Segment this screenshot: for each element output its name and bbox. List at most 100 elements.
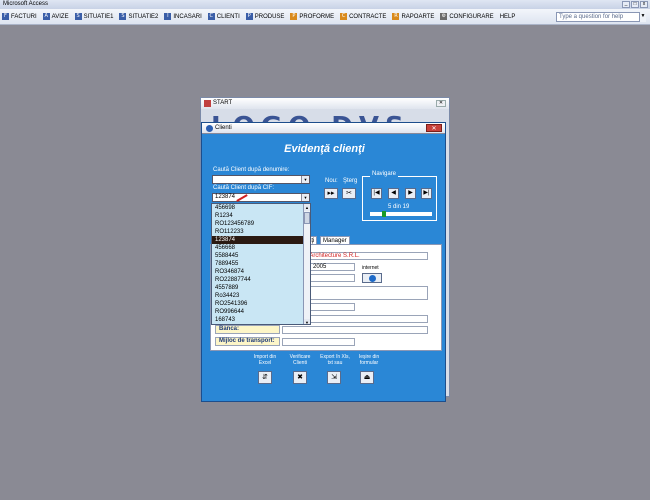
scroll-up-icon[interactable]: ▲	[304, 204, 310, 211]
menu-label: PROFORME	[299, 13, 335, 20]
menu-item-contracte[interactable]: C CONTRACTE	[340, 13, 386, 20]
menu-item-proforme[interactable]: P PROFORME	[290, 13, 334, 20]
facturi-icon: F	[2, 13, 9, 20]
delete-record-button[interactable]: ✂	[342, 188, 356, 199]
situatie1-icon: S	[74, 13, 82, 20]
dropdown-item[interactable]: 456668	[212, 244, 310, 252]
menu-label: CONTRACTE	[349, 13, 387, 20]
search-name-label: Caută Client după denumire:	[213, 167, 290, 173]
incasari-icon: I	[164, 13, 172, 20]
search-cif-combo[interactable]: 123874 ▼	[212, 193, 310, 202]
scrollbar[interactable]: ▲ ▼	[303, 204, 310, 324]
import-excel-button[interactable]: ⇵	[258, 371, 272, 384]
exit-form-button[interactable]: ⏏	[360, 371, 374, 384]
dropdown-item[interactable]: 5588445	[212, 252, 310, 260]
dropdown-item[interactable]: Ro34423	[212, 292, 310, 300]
sterg-label: Şterg	[343, 178, 358, 184]
start-window-icon	[204, 100, 211, 107]
company-name-field[interactable]: et Architecture S.R.L.	[300, 252, 428, 260]
start-title-bar: START ✕	[201, 98, 449, 109]
dropdown-item[interactable]: RO22887744	[212, 276, 310, 284]
address-field[interactable]	[310, 286, 428, 300]
proforme-icon: P	[290, 13, 298, 20]
menu-item-configurare[interactable]: ⚙ CONFIGURARE	[440, 13, 494, 20]
window-controls: _ □ x	[622, 1, 648, 8]
dropdown-item[interactable]: RO123456789	[212, 220, 310, 228]
dropdown-item[interactable]: RO354239	[212, 324, 310, 325]
dropdown-items: 456698 R1234 RO123456789 RO112233 123874 4566…	[212, 204, 310, 325]
record-slider[interactable]	[370, 211, 432, 217]
dropdown-item[interactable]: 456698	[212, 204, 310, 212]
slider-thumb[interactable]	[382, 211, 387, 217]
menu-item-help[interactable]: HELP	[500, 14, 516, 20]
nou-label: Nou:	[325, 178, 338, 184]
menu-item-incasari[interactable]: I INCASARI	[164, 13, 202, 20]
dropdown-item[interactable]: RO996644	[212, 308, 310, 316]
internet-label: internet	[362, 265, 379, 271]
rapoarte-icon: R	[392, 13, 400, 20]
menu-item-facturi[interactable]: F FACTURI	[2, 13, 37, 20]
verify-clients-button[interactable]: ✖	[293, 371, 307, 384]
cif-dropdown-list[interactable]: 456698 R1234 RO123456789 RO112233 123874 4566…	[211, 203, 311, 325]
scroll-thumb[interactable]	[304, 212, 310, 224]
help-search-input[interactable]: Type a question for help ▼	[556, 12, 646, 22]
menu-item-avize[interactable]: A AVIZE	[42, 13, 69, 20]
chevron-down-icon[interactable]: ▼	[301, 176, 309, 183]
close-button[interactable]: ✕	[426, 124, 442, 132]
import-excel-label: Import din Excel	[253, 354, 277, 366]
email-field[interactable]	[310, 315, 428, 323]
menu-item-produse[interactable]: P PRODUSE	[245, 13, 285, 20]
menu-item-clienti[interactable]: C CLIENTI	[207, 13, 240, 20]
menu-label: CONFIGURARE	[449, 13, 494, 20]
internet-button[interactable]	[362, 273, 382, 283]
contact-field[interactable]	[310, 274, 355, 282]
search-name-combo[interactable]: ▼	[212, 175, 310, 184]
app-title-bar: Microsoft Access _ □ x	[0, 0, 650, 9]
dropdown-item[interactable]: 7889455	[212, 260, 310, 268]
clients-window-icon	[206, 125, 213, 132]
year-field[interactable]: 2005	[310, 263, 355, 271]
first-record-icon[interactable]: |◀	[371, 188, 382, 199]
menu-label: AVIZE	[51, 13, 69, 20]
page-title: Evidenţă clienţi	[284, 143, 365, 155]
prev-record-icon[interactable]: ◀	[388, 188, 399, 199]
menu-label: PRODUSE	[254, 13, 285, 20]
dropdown-item[interactable]: 168743	[212, 316, 310, 324]
search-cif-value: 123874	[215, 194, 236, 200]
new-record-button[interactable]: ▸▸	[324, 188, 338, 199]
minimize-icon[interactable]: _	[622, 1, 630, 8]
dropdown-item[interactable]: R1234	[212, 212, 310, 220]
transport-field[interactable]	[282, 338, 355, 346]
dropdown-item[interactable]: 123874	[212, 236, 310, 244]
menu-label: CLIENTI	[216, 13, 240, 20]
avize-icon: A	[42, 13, 50, 20]
situatie2-icon: S	[119, 13, 127, 20]
globe-icon	[369, 275, 376, 282]
export-label: Export în Xls, txt sau	[320, 354, 350, 366]
close-icon[interactable]: ✕	[436, 100, 446, 107]
next-record-icon[interactable]: ▶	[405, 188, 416, 199]
dropdown-item[interactable]: 4557889	[212, 284, 310, 292]
menu-item-rapoarte[interactable]: R RAPOARTE	[392, 13, 434, 20]
last-record-icon[interactable]: ▶|	[421, 188, 432, 199]
menu-bar: F FACTURI A AVIZE S SITUATIE1 S SITUATIE2 II…	[0, 9, 650, 25]
menu-item-situatie2[interactable]: S SITUATIE2	[119, 13, 158, 20]
phone-field[interactable]	[310, 303, 355, 311]
gear-icon: ⚙	[440, 13, 448, 20]
banca-field[interactable]	[282, 326, 428, 334]
chevron-down-icon[interactable]: ▼	[301, 194, 309, 201]
dropdown-item[interactable]: RO112233	[212, 228, 310, 236]
export-button[interactable]: ⇲	[327, 371, 341, 384]
menu-label: SITUATIE2	[128, 13, 159, 20]
menu-item-situatie1[interactable]: S SITUATIE1	[74, 13, 113, 20]
menu-label: HELP	[499, 13, 516, 20]
banca-label: Banca:	[215, 325, 280, 334]
maximize-icon[interactable]: □	[631, 1, 639, 8]
produse-icon: P	[245, 13, 253, 20]
dropdown-item[interactable]: RO2541396	[212, 300, 310, 308]
clients-title: Clienti	[215, 125, 232, 131]
dropdown-item[interactable]: RO346874	[212, 268, 310, 276]
search-cif-label: Caută Client după CIF:	[213, 185, 275, 191]
close-icon[interactable]: x	[640, 1, 648, 8]
chevron-down-icon[interactable]: ▼	[639, 12, 646, 22]
